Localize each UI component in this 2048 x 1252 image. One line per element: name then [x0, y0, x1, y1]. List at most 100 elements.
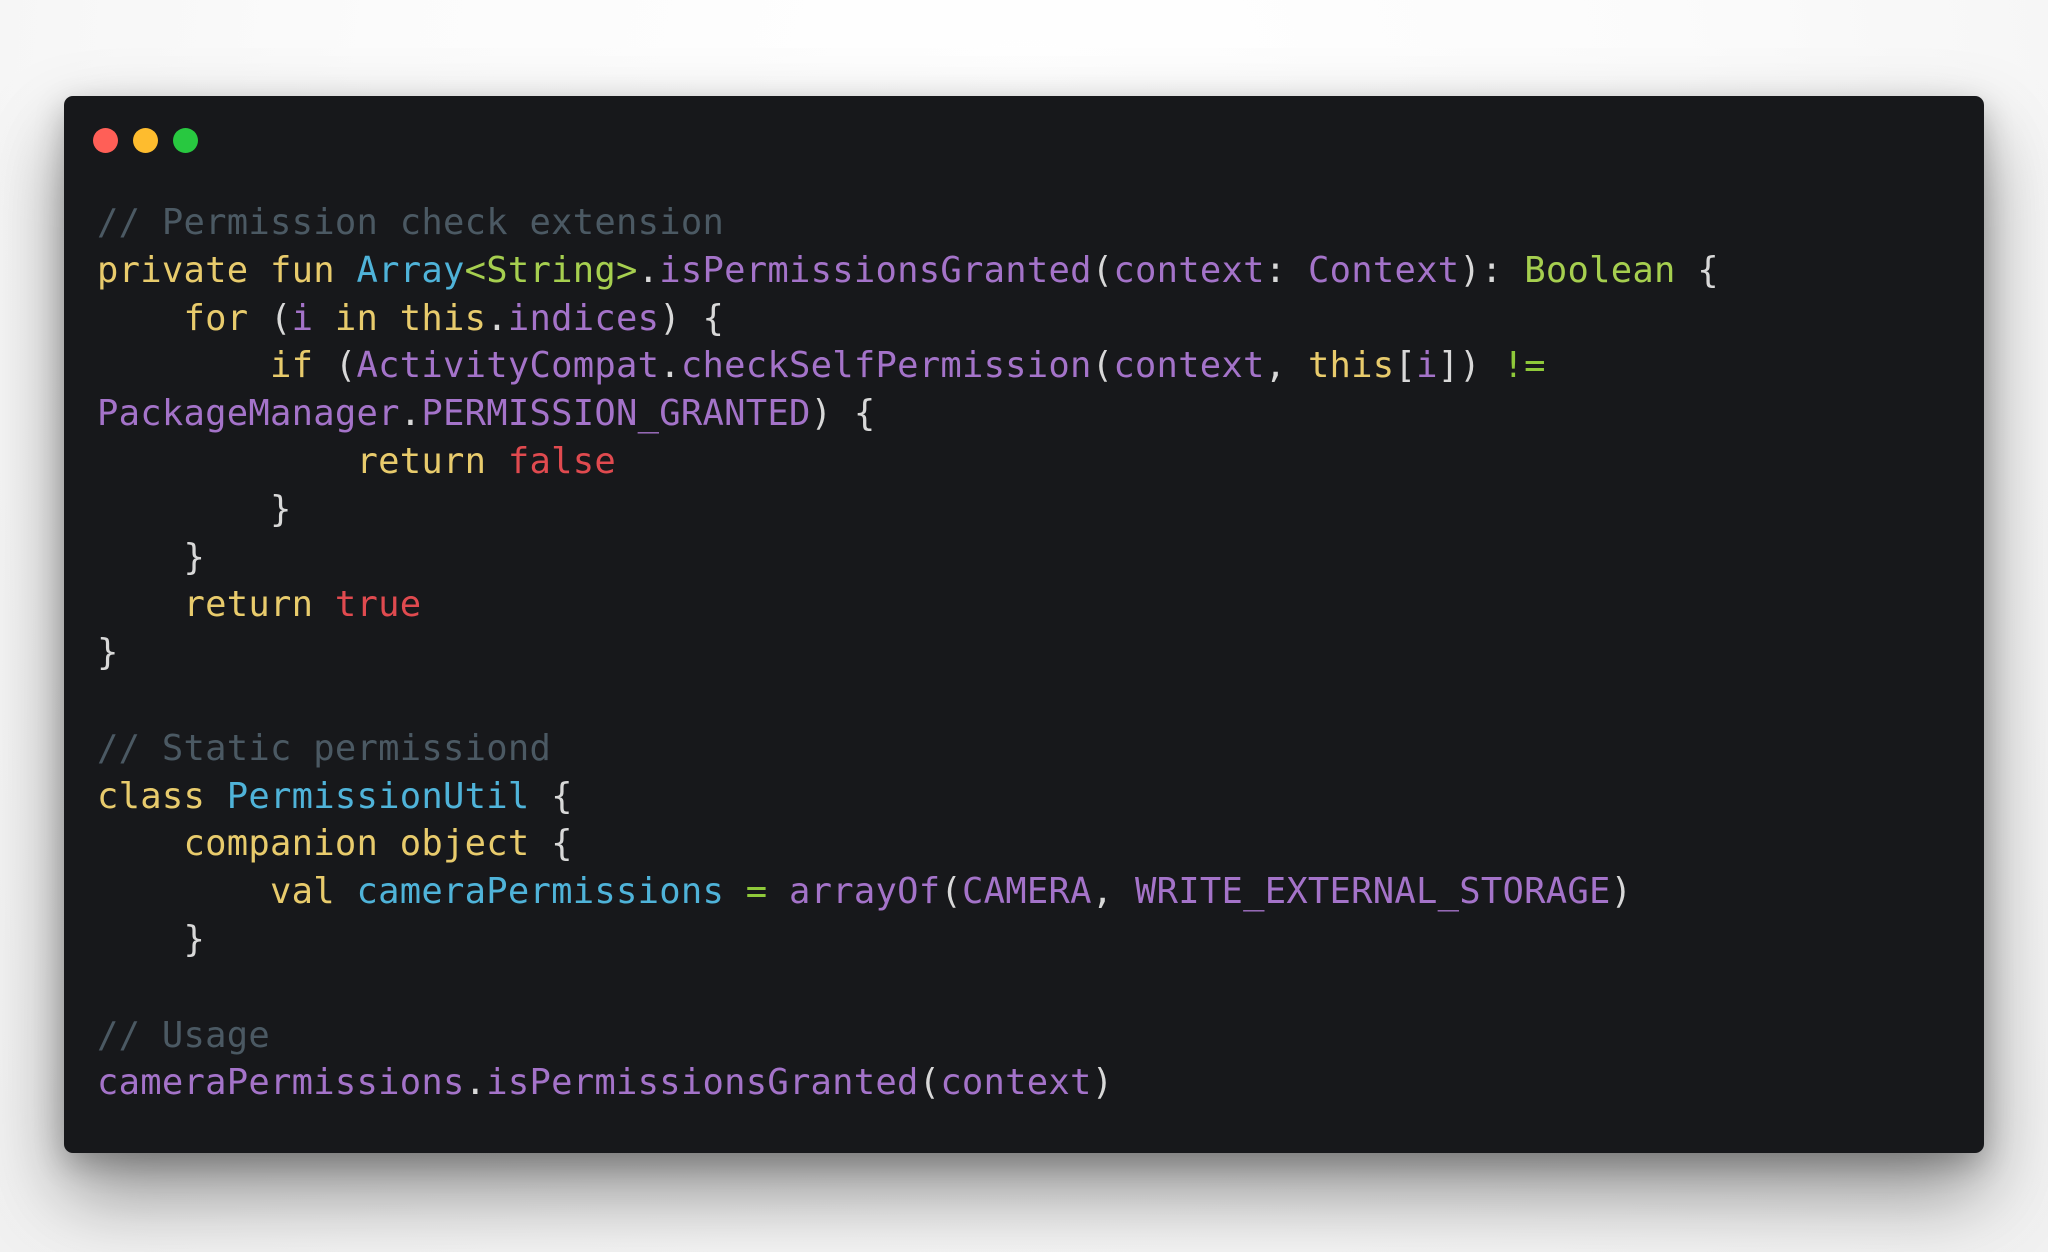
close-button[interactable]	[93, 128, 118, 153]
code-token-keyword: companion	[183, 823, 379, 865]
code-token-comment: // Permission check extension	[97, 202, 725, 243]
code-token-punct: (	[248, 297, 292, 339]
code-token-ident: PackageManager	[97, 393, 400, 435]
code-token-literal: true	[334, 584, 422, 626]
code-token-punct: :	[1264, 249, 1308, 291]
code-token-comment: // Static permissiond	[97, 727, 552, 769]
code-token-ident: context	[940, 1062, 1092, 1104]
code-token-punct: {	[529, 823, 573, 865]
code-token-punct: ,	[1091, 871, 1135, 913]
code-line: // Permission check extension	[97, 199, 1719, 247]
code-token-ident: context	[1113, 345, 1265, 387]
code-token-ident: i	[1416, 345, 1438, 387]
code-block: // Permission check extension private fun…	[97, 199, 1719, 1107]
code-token-keyword: this	[399, 297, 487, 339]
code-token-punct: .	[486, 297, 508, 339]
code-token-punct: }	[97, 632, 119, 674]
code-token-literal: false	[507, 440, 616, 482]
code-token-punct: {	[529, 775, 573, 817]
code-token-operator: =	[745, 871, 768, 913]
code-token-ident: cameraPermissions	[97, 1062, 465, 1104]
code-token-operator: !=	[1502, 345, 1546, 387]
code-token-keyword: return	[183, 584, 314, 626]
code-line: return false	[97, 438, 1719, 486]
code-line: }	[97, 629, 1719, 677]
code-token-punct: [	[1394, 345, 1417, 387]
code-token-punct: (	[1091, 345, 1114, 387]
code-line: if (ActivityCompat.checkSelfPermission(c…	[97, 342, 1719, 390]
code-line: // Usage	[97, 1012, 1719, 1060]
code-token-punct: )	[1091, 1062, 1114, 1104]
minimize-button[interactable]	[133, 128, 158, 153]
code-token-ident: indices	[507, 297, 660, 339]
code-token-generic: <String>	[464, 249, 638, 291]
code-token-comment: // Usage	[97, 1014, 270, 1056]
code-token-punct: ):	[1459, 249, 1525, 291]
code-line: }	[97, 486, 1719, 534]
code-token-keyword: class	[97, 775, 206, 817]
code-line: val cameraPermissions = arrayOf(CAMERA, …	[97, 868, 1719, 916]
code-line: return true	[97, 581, 1719, 629]
code-token-ident: i	[291, 297, 314, 339]
code-token-punct: (	[1091, 249, 1114, 291]
code-token-keyword: return	[356, 440, 487, 482]
code-token-punct: (	[313, 345, 357, 387]
maximize-button[interactable]	[173, 128, 198, 153]
code-token-keyword: this	[1307, 345, 1395, 387]
code-token-punct: ) {	[659, 297, 725, 339]
code-token-keyword: fun	[270, 249, 335, 291]
code-window: // Permission check extension private fun…	[64, 96, 1984, 1153]
code-token-ident: CAMERA	[961, 871, 1092, 913]
code-token-keyword: for	[183, 297, 249, 339]
code-token-ident: Context	[1307, 249, 1460, 291]
code-token-ident: PERMISSION_GRANTED	[421, 393, 811, 435]
code-token-punct: ) {	[810, 393, 876, 435]
code-token-keyword: if	[269, 345, 314, 387]
code-token-builtin: Boolean	[1524, 249, 1676, 291]
code-token-keyword: in	[334, 297, 379, 339]
code-token-ident: context	[1113, 249, 1265, 291]
code-token-punct: {	[1675, 249, 1719, 291]
code-token-punct: }	[183, 536, 206, 578]
code-token-punct: .	[659, 345, 681, 387]
code-line: for (i in this.indices) {	[97, 295, 1719, 343]
code-token-punct: (	[940, 871, 962, 913]
code-token-ident: isPermissionsGranted	[659, 249, 1092, 291]
code-line: cameraPermissions.isPermissionsGranted(c…	[97, 1059, 1719, 1107]
code-token-punct: ,	[1264, 345, 1308, 387]
screenshot-stage: // Permission check extension private fun…	[0, 0, 2048, 1252]
code-token-punct: )	[1610, 871, 1633, 913]
code-line: // Static permissiond	[97, 725, 1719, 773]
code-token-keyword: private	[97, 249, 249, 291]
code-line: }	[97, 534, 1719, 582]
code-token-type: PermissionUtil	[226, 775, 530, 817]
code-line: companion object {	[97, 820, 1719, 868]
code-token-punct: .	[464, 1062, 487, 1104]
code-token-punct: }	[183, 918, 206, 960]
code-token-type: Array	[356, 249, 465, 291]
code-line: PackageManager.PERMISSION_GRANTED) {	[97, 390, 1719, 438]
code-token-ident: ActivityCompat	[356, 345, 660, 387]
code-token-keyword: val	[269, 871, 335, 913]
